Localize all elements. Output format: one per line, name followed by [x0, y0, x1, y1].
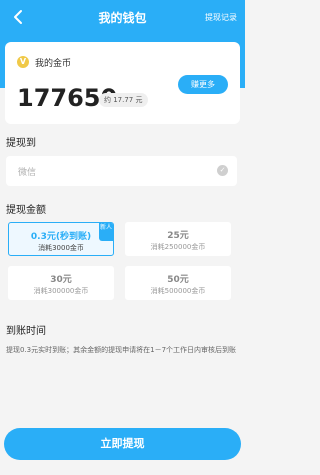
amount-option-value: 30元	[50, 275, 72, 285]
amount-option-cost: 消耗300000金币	[33, 287, 89, 295]
amount-option-value: 50元	[167, 275, 189, 285]
withdraw-now-button[interactable]: 立即提现	[4, 428, 241, 460]
amount-option-cost: 消耗250000金币	[150, 243, 206, 251]
coin-icon: V	[17, 56, 29, 68]
check-circle-icon: ✓	[217, 165, 228, 176]
withdraw-record-link[interactable]: 提现记录	[205, 12, 237, 23]
amount-option-25[interactable]: 25元 消耗250000金币	[125, 222, 231, 256]
balance-approx-badge: 约 17.77 元	[99, 93, 148, 107]
withdraw-amount-title: 提现金额	[6, 205, 46, 216]
amount-option-50[interactable]: 50元 消耗500000金币	[125, 266, 231, 300]
new-user-tag: 新人	[99, 223, 113, 241]
amount-option-value: 0.3元(秒到账)	[30, 232, 92, 242]
withdraw-method-value: 微信	[18, 168, 37, 178]
wallet-card: V 我的金币 177650 约 17.77 元 赚更多	[5, 42, 240, 124]
coin-label: 我的金币	[35, 59, 72, 69]
arrival-time-title: 到账时间	[6, 326, 46, 337]
amount-option-0-3[interactable]: 0.3元(秒到账) 消耗3000金币 新人	[8, 222, 114, 256]
amount-option-cost: 消耗500000金币	[150, 287, 206, 295]
amount-option-30[interactable]: 30元 消耗300000金币	[8, 266, 114, 300]
withdraw-method-select[interactable]: 微信 ✓	[6, 156, 237, 186]
earn-more-button[interactable]: 赚更多	[178, 75, 228, 94]
arrival-notice: 提现0.3元实时到账；其余金额的提现申请将在1－7个工作日内审核后到账	[6, 346, 237, 354]
amount-option-cost: 消耗3000金币	[38, 244, 84, 252]
amount-option-value: 25元	[167, 231, 189, 241]
withdraw-to-title: 提现到	[6, 138, 36, 149]
